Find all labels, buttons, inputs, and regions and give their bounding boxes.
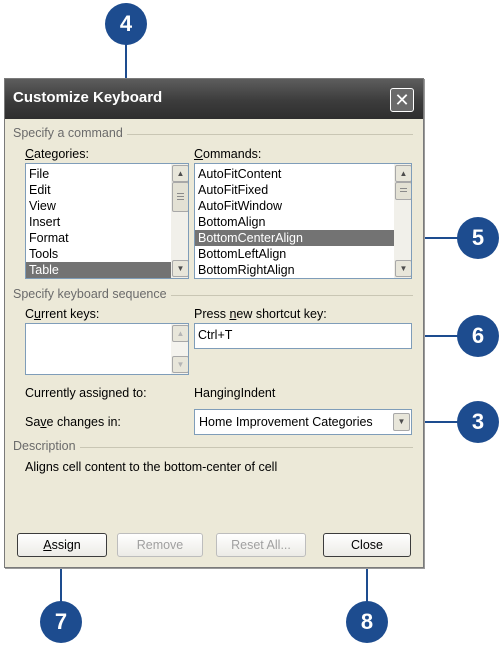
categories-list[interactable]: File Edit View Insert Format Tools Table… (25, 163, 189, 279)
list-item[interactable]: Edit (26, 182, 188, 198)
save-changes-select[interactable]: Home Improvement Categories ▼ (194, 409, 412, 435)
callout-8: 8 (346, 601, 388, 643)
list-item-selected[interactable]: BottomCenterAlign (195, 230, 411, 246)
remove-button[interactable]: Remove (117, 533, 203, 557)
list-item-selected[interactable]: Table (26, 262, 188, 278)
currently-assigned-value: HangingIndent (194, 386, 276, 400)
reset-all-button[interactable]: Reset All... (216, 533, 306, 557)
list-item[interactable]: BottomLeftAlign (195, 246, 411, 262)
list-item[interactable]: Insert (26, 214, 188, 230)
scroll-up-icon[interactable]: ▲ (172, 165, 188, 182)
list-item[interactable]: AutoFitFixed (195, 182, 411, 198)
callout-4: 4 (105, 3, 147, 45)
scroll-thumb[interactable] (395, 182, 411, 200)
current-keys-list[interactable]: ▲ ▼ (25, 323, 189, 375)
scroll-up-icon[interactable]: ▲ (395, 165, 411, 182)
close-button[interactable]: Close (323, 533, 411, 557)
scroll-down-icon: ▼ (172, 356, 188, 373)
current-keys-scrollbar: ▲ ▼ (171, 324, 188, 374)
callout-6: 6 (457, 315, 499, 357)
close-icon[interactable]: ✕ (390, 88, 414, 112)
list-item[interactable]: View (26, 198, 188, 214)
list-item[interactable]: AutoFitContent (195, 166, 411, 182)
shortcut-key-input[interactable]: Ctrl+T (194, 323, 412, 349)
description-text: Aligns cell content to the bottom-center… (25, 460, 278, 474)
list-item[interactable]: Format (26, 230, 188, 246)
list-item[interactable]: Tools (26, 246, 188, 262)
description-group-label: Description (13, 439, 80, 453)
specify-command-group-label: Specify a command (13, 126, 127, 140)
scroll-down-icon[interactable]: ▼ (172, 260, 188, 277)
chevron-down-icon[interactable]: ▼ (393, 413, 410, 431)
dialog-title: Customize Keyboard (13, 89, 163, 106)
assign-button[interactable]: Assign (17, 533, 107, 557)
callout-5: 5 (457, 217, 499, 259)
callout-3: 3 (457, 401, 499, 443)
list-item[interactable]: BottomAlign (195, 214, 411, 230)
shortcut-key-value: Ctrl+T (198, 328, 233, 342)
categories-scrollbar[interactable]: ▲ ▼ (171, 164, 188, 278)
current-keys-label: Current keys: (25, 307, 100, 321)
save-changes-label: Save changes in: (25, 415, 121, 429)
callout-7: 7 (40, 601, 82, 643)
shortcut-label: Press new shortcut key: (194, 307, 327, 321)
scroll-up-icon: ▲ (172, 325, 188, 342)
title-bar: Customize Keyboard ✕ (5, 79, 423, 119)
list-item[interactable]: File (26, 166, 188, 182)
currently-assigned-label: Currently assigned to: (25, 386, 147, 400)
scroll-down-icon[interactable]: ▼ (395, 260, 411, 277)
categories-label: Categories: (25, 147, 89, 161)
commands-scrollbar[interactable]: ▲ ▼ (394, 164, 411, 278)
keyboard-sequence-group-label: Specify keyboard sequence (13, 287, 171, 301)
commands-list[interactable]: AutoFitContent AutoFitFixed AutoFitWindo… (194, 163, 412, 279)
customize-keyboard-dialog: Customize Keyboard ✕ Specify a command C… (4, 78, 424, 568)
list-item[interactable]: AutoFitWindow (195, 198, 411, 214)
list-item[interactable]: BottomRightAlign (195, 262, 411, 278)
save-changes-value: Home Improvement Categories (199, 415, 373, 429)
scroll-thumb[interactable] (172, 182, 188, 212)
commands-label: Commands: (194, 147, 262, 161)
